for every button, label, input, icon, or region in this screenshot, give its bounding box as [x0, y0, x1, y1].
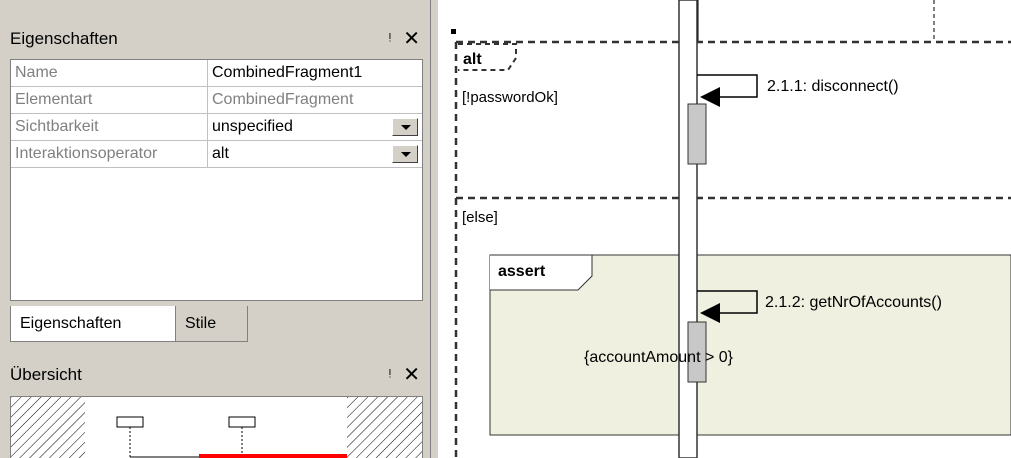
lifeline: [678, 0, 698, 458]
properties-panel-title: Eigenschaften: [10, 29, 118, 48]
overview-panel-title: Übersicht: [10, 365, 82, 384]
assert-operator-label: assert: [498, 263, 546, 280]
sequence-diagram-canvas[interactable]: alt [!passwordOk] [else] assert 2.1.1: d…: [438, 0, 1011, 458]
property-row[interactable]: Interaktionsoperator alt: [11, 141, 422, 168]
overview-hatch-left: [11, 397, 85, 458]
property-value[interactable]: CombinedFragment1: [208, 60, 422, 86]
tab-stile[interactable]: Stile: [176, 306, 248, 342]
property-name: Sichtbarkeit: [11, 114, 208, 140]
close-icon[interactable]: ✕: [403, 29, 420, 49]
message-label-getnrofaccounts: 2.1.2: getNrOfAccounts(): [765, 294, 942, 311]
guard-password-ok: [!passwordOk]: [462, 89, 558, 106]
pin-icon[interactable]: ᵎ: [389, 367, 392, 383]
properties-grid: Name CombinedFragment1 Elementart Combin…: [10, 59, 423, 301]
assert-constraint: {accountAmount > 0}: [584, 349, 734, 366]
alt-operator-label: alt: [463, 51, 482, 68]
panel-splitter[interactable]: [430, 0, 438, 458]
property-name: Name: [11, 60, 208, 86]
overview-highlight: [199, 454, 347, 458]
property-value: alt: [212, 145, 229, 162]
tab-eigenschaften[interactable]: Eigenschaften: [10, 306, 176, 342]
property-row[interactable]: Name CombinedFragment1: [11, 60, 422, 87]
selection-handle: [451, 29, 456, 34]
property-value: unspecified: [212, 118, 293, 135]
property-name: Interaktionsoperator: [11, 141, 208, 167]
overview-lifeline-box: [228, 416, 256, 428]
dropdown-arrow-icon[interactable]: [392, 145, 418, 163]
property-row[interactable]: Elementart CombinedFragment: [11, 87, 422, 114]
self-message-disconnect: [697, 74, 758, 98]
message-label-disconnect: 2.1.1: disconnect(): [767, 78, 899, 95]
dropdown-arrow-icon[interactable]: [392, 118, 418, 136]
close-icon[interactable]: ✕: [403, 365, 420, 385]
property-name: Elementart: [11, 87, 208, 113]
overview-hatch-right: [347, 397, 422, 458]
overview-canvas[interactable]: [10, 396, 423, 458]
visibility-select[interactable]: unspecified: [208, 114, 422, 140]
pin-icon[interactable]: ᵎ: [389, 31, 392, 47]
guard-else: [else]: [462, 209, 498, 226]
operator-select[interactable]: alt: [208, 141, 422, 167]
property-value: CombinedFragment: [212, 91, 354, 108]
overview-panel-header: Übersicht ᵎ ✕: [4, 358, 428, 392]
left-panels: Eigenschaften ᵎ ✕ Name CombinedFragment1…: [0, 0, 430, 458]
activation-bar: [687, 103, 707, 165]
overview-lifeline-box: [116, 416, 144, 428]
property-row[interactable]: Sichtbarkeit unspecified: [11, 114, 422, 141]
properties-panel-header: Eigenschaften ᵎ ✕: [4, 22, 428, 56]
